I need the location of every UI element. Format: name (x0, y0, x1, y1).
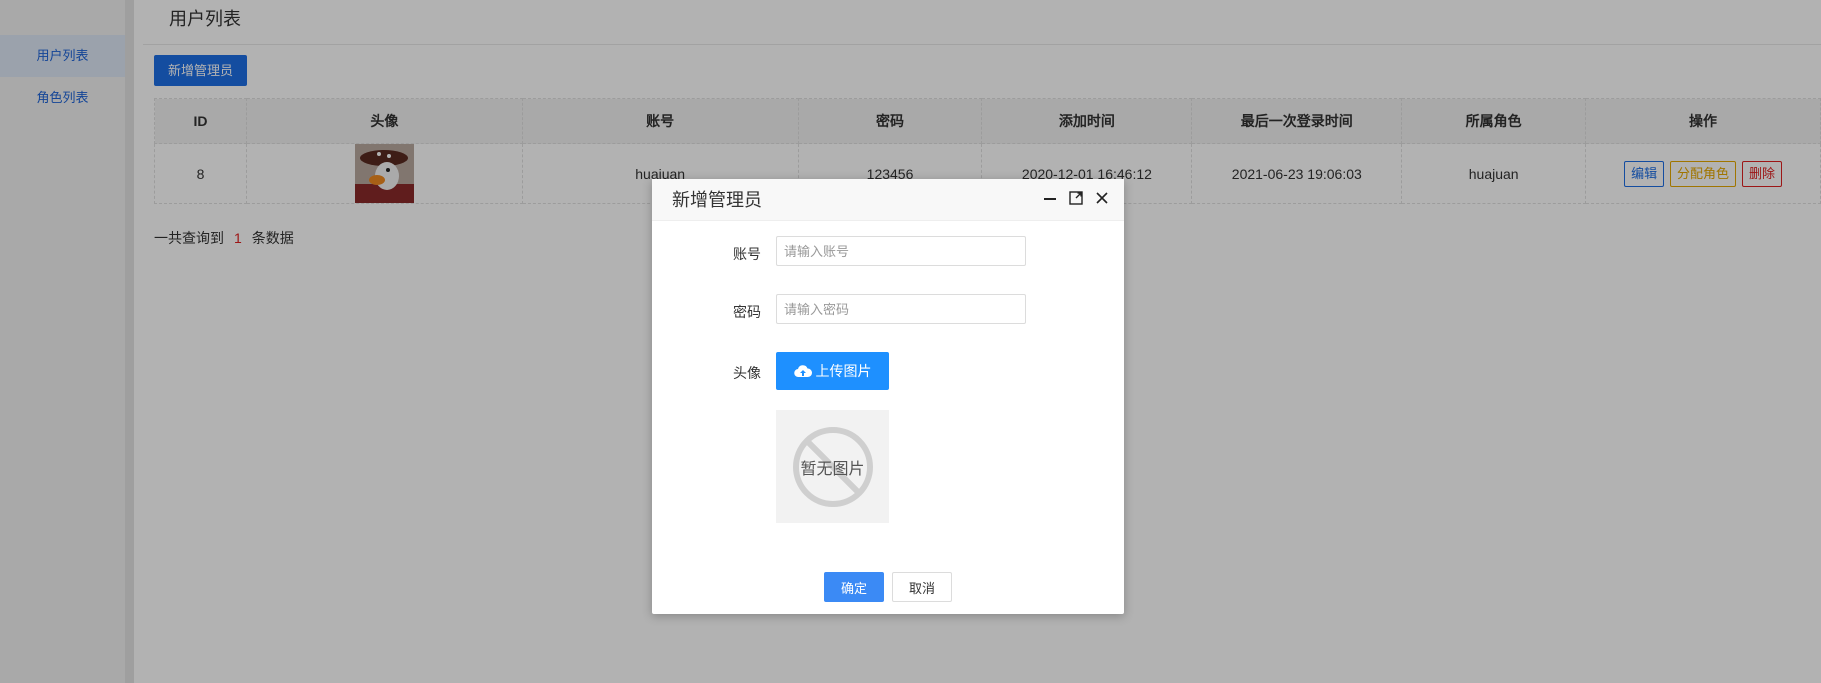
dialog-header: 新增管理员 (652, 179, 1124, 221)
confirm-button[interactable]: 确定 (824, 572, 884, 602)
account-input[interactable] (776, 236, 1026, 266)
dialog-footer: 确定 取消 (652, 572, 1124, 602)
cloud-upload-icon (793, 365, 812, 378)
no-image-placeholder: 暂无图片 (776, 410, 889, 523)
close-icon[interactable] (1094, 190, 1110, 206)
no-image-text: 暂无图片 (800, 461, 865, 478)
maximize-icon[interactable] (1068, 190, 1084, 206)
password-input[interactable] (776, 294, 1026, 324)
avatar-label: 头像 (733, 365, 761, 381)
cancel-button[interactable]: 取消 (892, 572, 952, 602)
minimize-icon[interactable] (1042, 190, 1058, 206)
upload-image-button[interactable]: 上传图片 (776, 352, 889, 390)
account-label: 账号 (733, 246, 761, 262)
add-admin-dialog: 新增管理员 账号 密码 头像 上传图片 (652, 179, 1124, 614)
password-label: 密码 (733, 304, 761, 320)
upload-button-label: 上传图片 (815, 363, 872, 379)
dialog-title: 新增管理员 (672, 190, 762, 210)
